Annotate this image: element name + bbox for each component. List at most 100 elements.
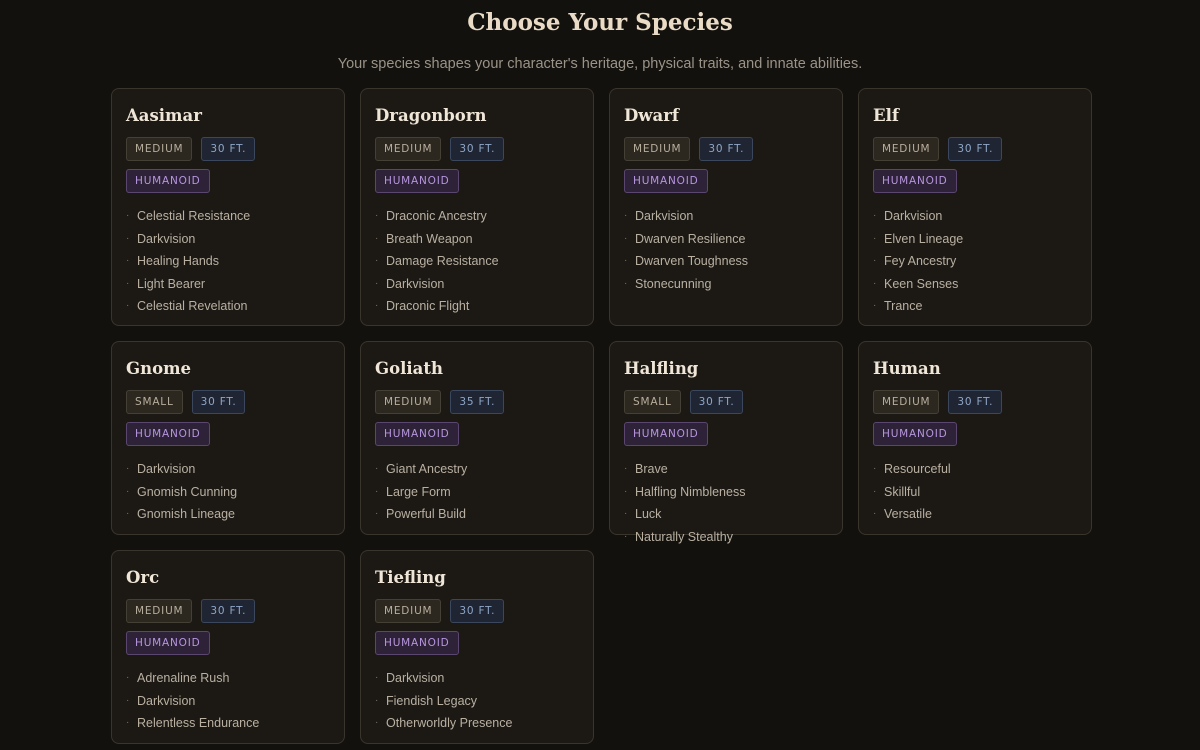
trait-item: · Brave <box>624 458 828 481</box>
trait-label: Powerful Build <box>386 507 466 522</box>
trait-label: Fiendish Legacy <box>386 693 478 708</box>
trait-item: · Trance <box>873 295 1077 318</box>
size-badge: MEDIUM <box>873 390 940 414</box>
trait-label: Darkvision <box>386 276 445 291</box>
bullet-dot-icon: · <box>375 694 379 706</box>
trait-item: · Dwarven Toughness <box>624 250 828 273</box>
trait-item: · Healing Hands <box>126 250 330 273</box>
trait-item: · Skillful <box>873 481 1077 504</box>
creature-type-badge: HUMANOID <box>873 422 957 446</box>
bullet-dot-icon: · <box>126 485 130 497</box>
trait-item: · Giant Ancestry <box>375 458 579 481</box>
bullet-dot-icon: · <box>873 210 877 221</box>
species-card-dwarf[interactable]: Dwarf MEDIUM 30 FT. HUMANOID · Darkvision · Dwa… <box>609 88 843 326</box>
trait-item: · Fey Ancestry <box>873 250 1077 273</box>
trait-item: · Celestial Resistance <box>126 205 330 228</box>
trait-list: · Adrenaline Rush · Darkvision · Relentless E… <box>126 667 330 735</box>
trait-item: · Relentless Endurance <box>126 712 330 735</box>
trait-item: · Gnomish Cunning <box>126 481 330 504</box>
species-tags: MEDIUM 30 FT. HUMANOID <box>375 599 579 655</box>
size-badge: MEDIUM <box>126 599 193 623</box>
trait-item: · Halfling Nimbleness <box>624 481 828 504</box>
trait-label: Breath Weapon <box>386 231 473 246</box>
creature-type-badge: HUMANOID <box>375 169 459 193</box>
species-card-tiefling[interactable]: Tiefling MEDIUM 30 FT. HUMANOID · Darkvision ·… <box>360 550 594 744</box>
speed-badge: 30 FT. <box>948 137 1003 161</box>
species-tags: MEDIUM 30 FT. HUMANOID <box>126 599 330 655</box>
bullet-dot-icon: · <box>375 300 379 312</box>
creature-type-badge: HUMANOID <box>126 631 210 655</box>
bullet-dot-icon: · <box>873 277 877 289</box>
page-subtitle: Your species shapes your character's her… <box>337 56 863 72</box>
trait-item: · Keen Senses <box>873 273 1077 296</box>
page-title: Choose Your Species <box>467 9 733 36</box>
size-badge: SMALL <box>624 390 681 414</box>
species-tags: SMALL 30 FT. HUMANOID <box>624 390 828 446</box>
bullet-dot-icon: · <box>873 508 877 520</box>
bullet-dot-icon: · <box>873 232 877 244</box>
species-card-halfling[interactable]: Halfling SMALL 30 FT. HUMANOID · Brave · Halfli… <box>609 341 843 544</box>
species-card-elf[interactable]: Elf MEDIUM 30 FT. HUMANOID · Darkvision · Elven… <box>858 88 1092 326</box>
bullet-dot-icon: · <box>126 694 130 706</box>
trait-label: Giant Ancestry <box>386 462 468 476</box>
trait-list: · Darkvision · Dwarven Resilience · Dwarven T… <box>624 205 828 295</box>
bullet-dot-icon: · <box>375 277 379 289</box>
species-card-gnome[interactable]: Gnome SMALL 30 FT. HUMANOID · Darkvision · Gnom… <box>111 341 345 535</box>
creature-type-badge: HUMANOID <box>375 422 459 446</box>
trait-label: Versatile <box>884 507 932 522</box>
creature-type-badge: HUMANOID <box>126 169 210 193</box>
trait-item: · Adrenaline Rush <box>126 667 330 690</box>
trait-item: · Darkvision <box>126 690 330 713</box>
trait-label: Stonecunning <box>635 276 712 291</box>
bullet-dot-icon: · <box>126 255 130 267</box>
trait-item: · Light Bearer <box>126 273 330 296</box>
species-tags: MEDIUM 30 FT. HUMANOID <box>873 390 1077 446</box>
bullet-dot-icon: · <box>624 232 628 244</box>
species-tags: SMALL 30 FT. HUMANOID <box>126 390 330 446</box>
size-badge: MEDIUM <box>873 137 940 161</box>
species-name: Goliath <box>375 359 443 378</box>
trait-item: · Dwarven Resilience <box>624 228 828 251</box>
species-card-dragonborn[interactable]: Dragonborn MEDIUM 30 FT. HUMANOID · Draconic … <box>360 88 594 326</box>
speed-badge: 30 FT. <box>689 390 744 414</box>
bullet-dot-icon: · <box>624 277 628 289</box>
species-card-goliath[interactable]: Goliath MEDIUM 35 FT. HUMANOID · Giant Ancest… <box>360 341 594 535</box>
bullet-dot-icon: · <box>375 508 379 520</box>
bullet-dot-icon: · <box>126 232 130 244</box>
trait-label: Relentless Endurance <box>137 716 260 731</box>
trait-item: · Draconic Ancestry <box>375 205 579 228</box>
bullet-dot-icon: · <box>126 463 130 474</box>
creature-type-badge: HUMANOID <box>624 169 708 193</box>
species-row: Aasimar MEDIUM 30 FT. HUMANOID · Celestial Re… <box>111 88 1093 326</box>
trait-label: Luck <box>635 507 662 522</box>
bullet-dot-icon: · <box>375 463 379 474</box>
bullet-dot-icon: · <box>624 530 628 542</box>
species-card-aasimar[interactable]: Aasimar MEDIUM 30 FT. HUMANOID · Celestial Re… <box>111 88 345 326</box>
trait-label: Skillful <box>884 484 921 499</box>
trait-list: · Darkvision · Elven Lineage · Fey Ancestry · K… <box>873 205 1077 318</box>
trait-list: · Celestial Resistance · Darkvision · Healing… <box>126 205 330 318</box>
creature-type-badge: HUMANOID <box>624 422 708 446</box>
trait-item: · Luck <box>624 503 828 526</box>
trait-label: Otherworldly Presence <box>386 716 513 731</box>
bullet-dot-icon: · <box>624 210 628 221</box>
trait-label: Damage Resistance <box>386 254 499 269</box>
speed-badge: 30 FT. <box>948 390 1003 414</box>
bullet-dot-icon: · <box>375 717 379 729</box>
speed-badge: 30 FT. <box>699 137 754 161</box>
trait-item: · Powerful Build <box>375 503 579 526</box>
trait-label: Darkvision <box>884 209 943 223</box>
trait-label: Draconic Ancestry <box>386 209 487 223</box>
trait-list: · Darkvision · Gnomish Cunning · Gnomish Line… <box>126 458 330 526</box>
trait-list: · Resourceful · Skillful · Versatile <box>873 458 1077 526</box>
trait-label: Celestial Revelation <box>137 299 248 314</box>
species-card-human[interactable]: Human MEDIUM 30 FT. HUMANOID · Resourceful · Sk… <box>858 341 1092 535</box>
trait-label: Halfling Nimbleness <box>635 484 746 499</box>
trait-list: · Darkvision · Fiendish Legacy · Otherworldly… <box>375 667 579 735</box>
size-badge: MEDIUM <box>375 390 442 414</box>
trait-item: · Darkvision <box>375 667 579 690</box>
species-card-orc[interactable]: Orc MEDIUM 30 FT. HUMANOID · Adrenaline Rush ·… <box>111 550 345 744</box>
trait-label: Darkvision <box>137 462 196 476</box>
trait-label: Light Bearer <box>137 276 206 291</box>
size-badge: MEDIUM <box>126 137 193 161</box>
